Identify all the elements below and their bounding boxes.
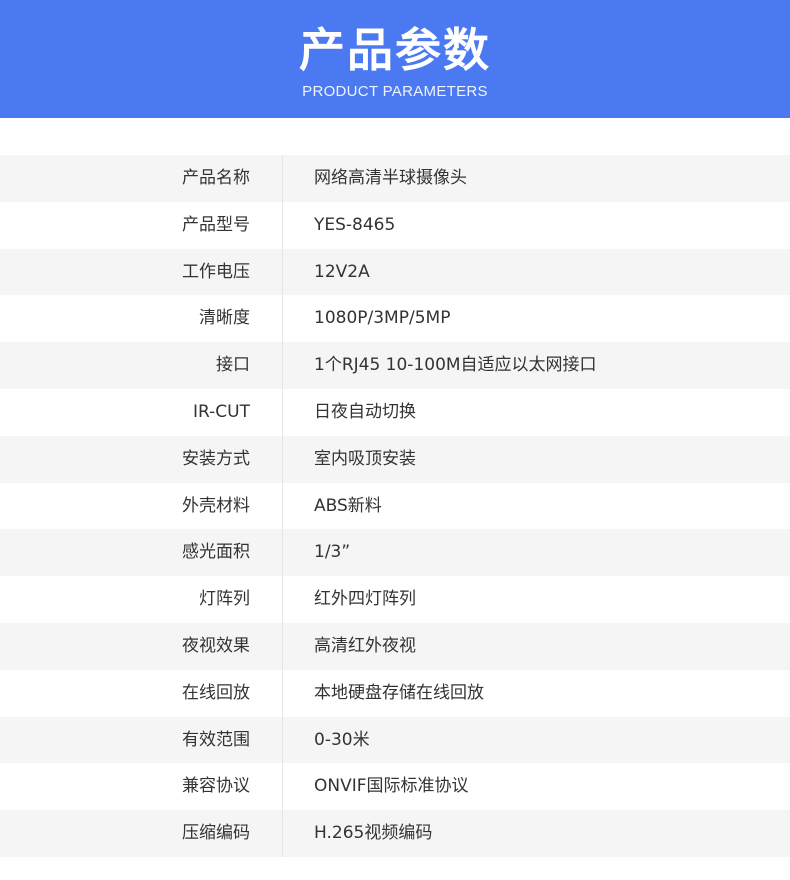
- column-divider: [282, 155, 283, 202]
- column-divider: [282, 435, 283, 483]
- column-divider: [282, 576, 283, 623]
- column-divider: [282, 810, 283, 857]
- spec-label: 感光面积: [182, 542, 250, 563]
- spec-value: 1/3”: [314, 542, 351, 563]
- spec-value: 室内吸顶安装: [314, 448, 416, 469]
- spec-label: 夜视效果: [182, 635, 250, 656]
- spec-value: 0-30米: [314, 729, 370, 750]
- spec-value: YES-8465: [314, 214, 396, 235]
- spec-value: 本地硬盘存储在线回放: [314, 682, 484, 703]
- column-divider: [282, 388, 283, 436]
- column-divider: [282, 716, 283, 764]
- spec-value: ABS新料: [314, 495, 382, 516]
- page-title: 产品参数: [299, 23, 491, 77]
- column-divider: [282, 342, 283, 389]
- spec-value: 1080P/3MP/5MP: [314, 308, 451, 329]
- spec-label: 产品名称: [182, 168, 250, 188]
- column-divider: [282, 763, 283, 811]
- spec-row: 产品型号 YES-8465: [0, 201, 790, 249]
- spec-label: IR-CUT: [193, 401, 250, 422]
- column-divider: [282, 248, 283, 296]
- spec-label: 压缩编码: [182, 823, 250, 844]
- spec-value: 1个RJ45 10-100M自适应以太网接口: [314, 355, 597, 376]
- spec-row: 接口 1个RJ45 10-100M自适应以太网接口: [0, 342, 790, 389]
- spec-value: 日夜自动切换: [314, 401, 416, 422]
- spec-row: 灯阵列 红外四灯阵列: [0, 576, 790, 623]
- spec-row: 压缩编码 H.265视频编码: [0, 810, 790, 857]
- spec-label: 外壳材料: [182, 495, 250, 516]
- spec-table: 产品名称 网络高清半球摄像头 产品型号 YES-8465 工作电压 12V2A …: [0, 155, 790, 857]
- spec-row: 夜视效果 高清红外夜视: [0, 622, 790, 670]
- spec-value: H.265视频编码: [314, 823, 433, 844]
- spec-value: 高清红外夜视: [314, 635, 416, 656]
- spec-row: 安装方式 室内吸顶安装: [0, 435, 790, 483]
- column-divider: [282, 529, 283, 577]
- spec-label: 在线回放: [182, 682, 250, 703]
- spec-row: 兼容协议 ONVIF国际标准协议: [0, 763, 790, 811]
- column-divider: [282, 622, 283, 670]
- spec-label: 清晰度: [199, 308, 250, 329]
- spec-row: 工作电压 12V2A: [0, 248, 790, 296]
- spec-label: 灯阵列: [199, 589, 250, 610]
- page-subtitle: PRODUCT PARAMETERS: [302, 83, 488, 100]
- column-divider: [282, 669, 283, 717]
- spec-value: 红外四灯阵列: [314, 589, 416, 610]
- spec-label: 兼容协议: [182, 776, 250, 797]
- column-divider: [282, 482, 283, 530]
- spec-row: 外壳材料 ABS新料: [0, 482, 790, 530]
- spec-row: 感光面积 1/3”: [0, 529, 790, 577]
- spec-label: 安装方式: [182, 448, 250, 469]
- spec-label: 工作电压: [182, 261, 250, 282]
- spec-label: 有效范围: [182, 729, 250, 750]
- spec-row: 产品名称 网络高清半球摄像头: [0, 155, 790, 202]
- spec-label: 接口: [216, 355, 250, 376]
- spec-row: IR-CUT 日夜自动切换: [0, 388, 790, 436]
- spec-row: 清晰度 1080P/3MP/5MP: [0, 295, 790, 343]
- spec-value: 网络高清半球摄像头: [314, 168, 467, 188]
- column-divider: [282, 201, 283, 249]
- spec-label: 产品型号: [182, 214, 250, 235]
- spec-value: ONVIF国际标准协议: [314, 776, 469, 797]
- column-divider: [282, 295, 283, 343]
- spec-row: 在线回放 本地硬盘存储在线回放: [0, 669, 790, 717]
- spec-value: 12V2A: [314, 261, 370, 282]
- header-banner: 产品参数 PRODUCT PARAMETERS: [0, 0, 790, 118]
- spec-row: 有效范围 0-30米: [0, 716, 790, 764]
